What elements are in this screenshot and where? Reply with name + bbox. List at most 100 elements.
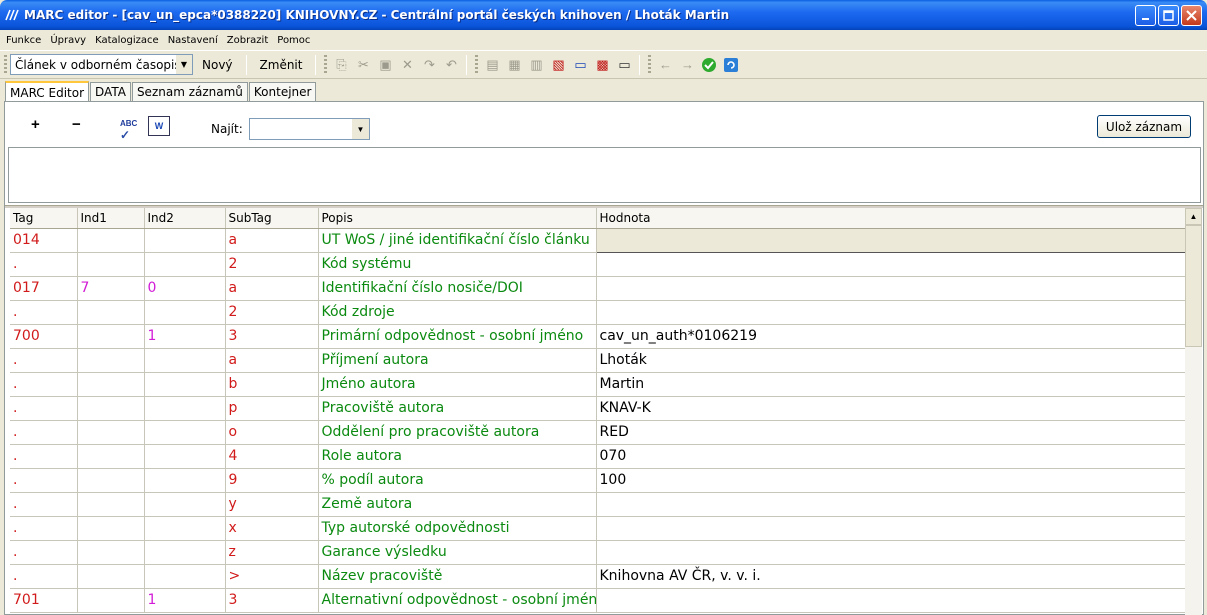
cell-hodnota[interactable] (596, 276, 1185, 301)
cell-ind1 (77, 252, 145, 277)
table-row[interactable]: 700 1 3 Primární odpovědnost - osobní jméno… (10, 324, 1185, 349)
word-icon[interactable]: W (148, 116, 170, 136)
chevron-down-icon[interactable]: ▼ (176, 55, 192, 74)
redo-icon[interactable]: ↷ (419, 55, 439, 75)
table-row[interactable]: . x Typ autorské odpovědnosti (10, 516, 1185, 541)
spellcheck-icon[interactable]: ABC ✓ (120, 119, 137, 142)
new-button[interactable]: Nový (193, 54, 242, 75)
cell-hodnota[interactable] (596, 300, 1185, 325)
cell-hodnota[interactable] (596, 588, 1185, 613)
column-header-popis[interactable]: Popis (318, 208, 597, 229)
cell-ind1 (77, 420, 145, 445)
table-row[interactable]: . 9% podíl autora 100 (10, 468, 1185, 493)
record-list-icon[interactable]: ▤ (482, 55, 502, 75)
cell-popis: Kód zdroje (318, 300, 597, 325)
document-type-select[interactable]: Článek v odborném časopise ▼ (10, 54, 193, 75)
table-row[interactable]: . 4 Role autora 070 (10, 444, 1185, 469)
tab-data[interactable]: DATA (90, 82, 131, 101)
cell-hodnota[interactable]: Knihovna AV ČR, v. v. i. (596, 564, 1185, 589)
table-row[interactable]: . y Země autora (10, 492, 1185, 517)
maximize-button[interactable] (1158, 5, 1179, 26)
calendar-icon[interactable]: ▩ (592, 55, 612, 75)
table-row[interactable]: . > Název pracoviště Knihovna AV ČR, v. v. … (10, 564, 1185, 589)
cell-hodnota[interactable] (595, 227, 1185, 253)
cell-hodnota[interactable]: RED (596, 420, 1185, 445)
scrollbar-thumb[interactable] (1185, 225, 1202, 347)
close-button[interactable] (1181, 5, 1202, 26)
menu-nastaveni[interactable]: Nastavení (168, 35, 218, 46)
cell-ind1 (77, 516, 145, 541)
record-delete-icon[interactable]: ▧ (548, 55, 568, 75)
table-row[interactable]: 017 7 0 a Identifikační číslo nosiče/DOI (10, 276, 1185, 301)
record-new-icon[interactable]: ▦ (504, 55, 524, 75)
table-row[interactable]: 701 1 3 Alternativní odpovědnost - osobní j… (10, 588, 1185, 613)
toolbar-grip[interactable] (648, 54, 652, 75)
undo-icon[interactable]: ↶ (441, 55, 461, 75)
cell-hodnota[interactable]: KNAV-K (596, 396, 1185, 421)
cell-hodnota[interactable] (596, 492, 1185, 517)
table-row[interactable]: . z Garance výsledku (10, 540, 1185, 565)
column-header-ind1[interactable]: Ind1 (77, 208, 145, 229)
table-row[interactable]: . a Příjmení autora Lhoták (10, 348, 1185, 373)
table-row[interactable]: 014 a UT WoS / jiné identifikační číslo čl… (10, 227, 1185, 253)
spellcheck-icon-text: ABC (120, 119, 138, 128)
menu-upravy[interactable]: Úpravy (50, 35, 86, 46)
paste-icon[interactable]: ▣ (375, 55, 395, 75)
column-header-tag[interactable]: Tag (10, 208, 78, 229)
menu-katalogizace[interactable]: Katalogizace (95, 35, 159, 46)
chevron-down-icon[interactable]: ▼ (352, 119, 369, 139)
cell-hodnota[interactable]: 100 (596, 468, 1185, 493)
cell-ind1 (77, 396, 145, 421)
save-record-button[interactable]: Ulož záznam (1097, 115, 1191, 138)
table-row[interactable]: . 2 Kód zdroje (10, 300, 1185, 325)
record-copy-icon[interactable]: ▥ (526, 55, 546, 75)
toolbar-separator (315, 54, 317, 75)
minimize-button[interactable] (1135, 5, 1156, 26)
back-arrow-icon[interactable]: ← (655, 55, 675, 75)
close-icon (1186, 10, 1197, 21)
menu-funkce[interactable]: Funkce (6, 35, 41, 46)
copy-icon[interactable]: ⎘ (331, 55, 351, 75)
cell-hodnota[interactable] (596, 252, 1185, 277)
note-textarea[interactable] (8, 147, 1201, 203)
table-row[interactable]: . 2 Kód systému (10, 252, 1185, 277)
toolbar-grip[interactable] (475, 54, 479, 75)
cell-popis: Primární odpovědnost - osobní jméno (318, 324, 597, 349)
refresh-icon[interactable] (721, 55, 741, 75)
find-combo[interactable]: ▼ (249, 118, 370, 140)
vertical-scrollbar[interactable]: ▲ (1185, 208, 1202, 615)
column-header-subtag[interactable]: SubTag (225, 208, 319, 229)
delete-icon[interactable]: ✕ (397, 55, 417, 75)
cell-hodnota[interactable]: 070 (596, 444, 1185, 469)
tab-seznam-zaznamu[interactable]: Seznam záznamů (131, 82, 248, 101)
tab-kontejner[interactable]: Kontejner (248, 82, 317, 101)
toolbar-grip[interactable] (4, 54, 7, 75)
panel-icon[interactable]: ▭ (614, 55, 634, 75)
cut-icon[interactable]: ✂ (353, 55, 373, 75)
cell-ind2 (144, 252, 226, 277)
remove-field-button[interactable]: − (72, 116, 81, 133)
scroll-up-icon[interactable]: ▲ (1185, 208, 1202, 225)
change-button[interactable]: Změnit (251, 54, 312, 75)
cell-subtag: o (225, 420, 319, 445)
tab-marc-editor[interactable]: MARC Editor (5, 81, 90, 102)
forward-arrow-icon[interactable]: → (677, 55, 697, 75)
menu-zobrazit[interactable]: Zobrazit (227, 35, 269, 46)
table-row[interactable]: . p Pracoviště autora KNAV-K (10, 396, 1185, 421)
cell-hodnota[interactable]: Martin (596, 372, 1185, 397)
cell-hodnota[interactable] (596, 516, 1185, 541)
cell-hodnota[interactable]: cav_un_auth*0106219 (596, 324, 1185, 349)
check-icon[interactable] (699, 55, 719, 75)
table-row[interactable]: . b Jméno autora Martin (10, 372, 1185, 397)
cell-hodnota[interactable] (596, 540, 1185, 565)
window-icon[interactable]: ▭ (570, 55, 590, 75)
cell-tag: . (10, 444, 78, 469)
add-field-button[interactable]: + (31, 116, 40, 133)
cell-ind1 (77, 540, 145, 565)
toolbar-grip[interactable] (324, 54, 328, 75)
menu-pomoc[interactable]: Pomoc (277, 35, 310, 46)
column-header-ind2[interactable]: Ind2 (144, 208, 226, 229)
table-row[interactable]: . o Oddělení pro pracoviště autora RED (10, 420, 1185, 445)
column-header-hodnota[interactable]: Hodnota (596, 208, 1185, 229)
cell-hodnota[interactable]: Lhoták (596, 348, 1185, 373)
